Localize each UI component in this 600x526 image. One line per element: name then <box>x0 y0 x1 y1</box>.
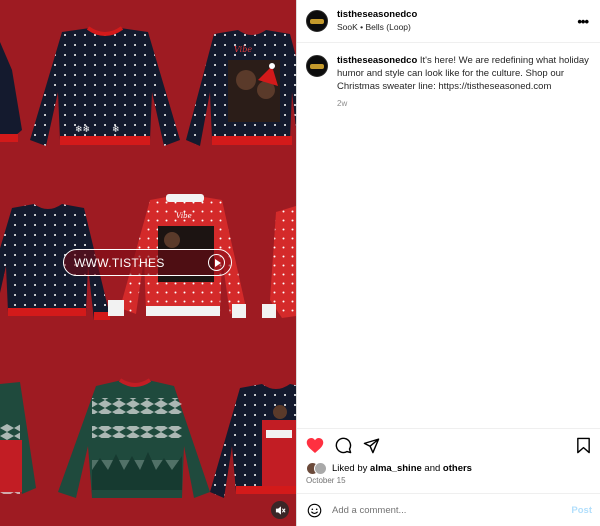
likes-prefix: Liked by <box>332 462 368 474</box>
heart-filled-icon[interactable] <box>305 435 325 455</box>
caption-avatar[interactable] <box>306 55 328 77</box>
header-username[interactable]: tistheseasonedco <box>337 8 573 21</box>
sweater-navy-graphic-2 <box>210 384 296 498</box>
likes-others-link[interactable]: others <box>443 463 472 474</box>
share-icon[interactable] <box>361 435 381 455</box>
likes-conj: and <box>424 462 441 474</box>
svg-text:Vibe: Vibe <box>234 45 252 54</box>
comment-input[interactable] <box>332 504 572 516</box>
sweater-red-right-edge <box>262 206 296 318</box>
post-comment-button[interactable]: Post <box>571 505 592 516</box>
bookmark-icon[interactable] <box>573 435 593 455</box>
speaker-muted-icon[interactable] <box>271 501 289 519</box>
post-date[interactable]: October 15 <box>306 476 346 485</box>
sweater-navy-left-edge <box>0 42 22 142</box>
emoji-icon[interactable] <box>306 502 322 518</box>
caption: tistheseasonedco It's here! We are redef… <box>337 54 592 93</box>
avatar[interactable] <box>306 10 328 32</box>
liker-avatar <box>314 461 327 475</box>
audio-track[interactable]: SooK • Bells (Loop) <box>337 21 573 34</box>
post-media[interactable]: ❄❄ ❄ Vibe Vibe WWW.TISTHES <box>0 0 296 526</box>
likes-summary: Liked by alma_shine and others <box>306 461 472 475</box>
comment-bar: Post <box>297 493 600 526</box>
actions-bar <box>297 428 600 461</box>
svg-text:Vibe: Vibe <box>176 212 192 220</box>
sweater-navy-1: ❄❄ ❄ <box>30 26 180 146</box>
sweater-navy-graphic-1: Vibe <box>186 30 296 146</box>
svg-text:❄: ❄ <box>112 125 120 135</box>
time-ago[interactable]: 2w <box>337 99 592 108</box>
post-header: tistheseasonedco SooK • Bells (Loop) ••• <box>297 0 600 43</box>
comment-icon[interactable] <box>333 435 353 455</box>
cta-text: WWW.TISTHES <box>74 255 165 270</box>
website-cta-button[interactable]: WWW.TISTHES <box>63 249 232 276</box>
play-icon <box>208 254 225 271</box>
post-detail-panel: tistheseasonedco SooK • Bells (Loop) •••… <box>296 0 600 526</box>
sweater-green-left-edge <box>0 382 36 494</box>
sweater-green-fairisle <box>58 378 210 498</box>
liker-username[interactable]: alma_shine <box>370 463 422 474</box>
more-icon[interactable]: ••• <box>573 14 592 29</box>
caption-username[interactable]: tistheseasonedco <box>337 55 417 66</box>
caption-block: tistheseasonedco It's here! We are redef… <box>306 54 592 108</box>
svg-text:❄❄: ❄❄ <box>75 125 90 135</box>
